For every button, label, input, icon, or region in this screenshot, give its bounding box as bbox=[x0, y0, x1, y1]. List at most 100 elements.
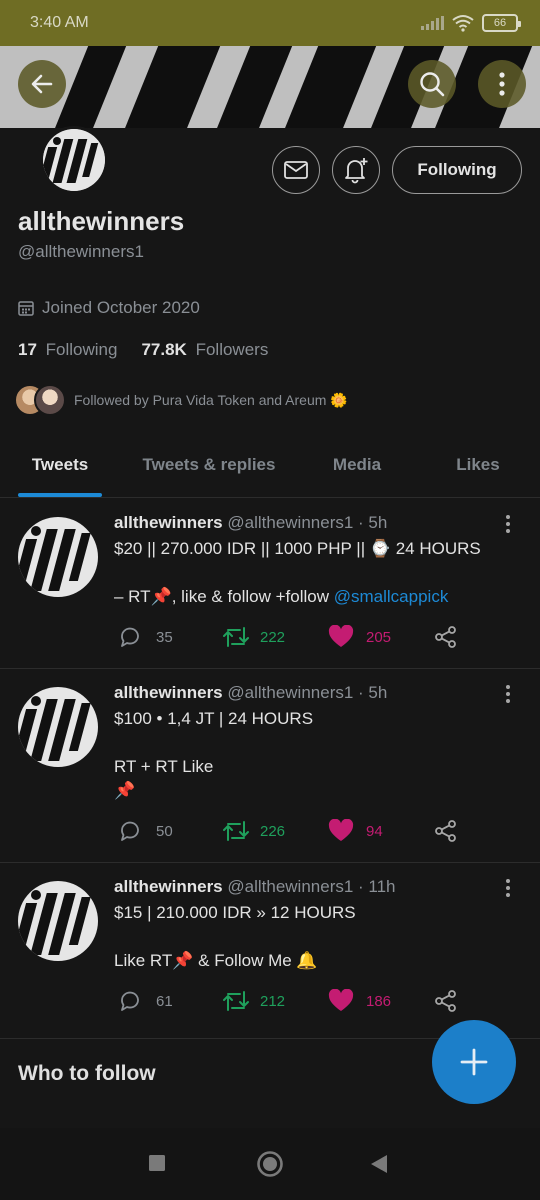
search-button[interactable] bbox=[408, 60, 456, 108]
share-icon bbox=[435, 990, 456, 1012]
profile-handle: @allthewinners1 bbox=[18, 242, 144, 261]
tweet-handle-time: @allthewinners1 · 5h bbox=[227, 513, 388, 532]
tweet-text: – RT📌, like & follow +follow bbox=[114, 587, 334, 606]
who-to-follow-heading: Who to follow bbox=[18, 1062, 156, 1085]
search-icon bbox=[420, 72, 445, 97]
retweet-icon bbox=[223, 821, 249, 841]
reply-button[interactable]: 61 bbox=[118, 989, 173, 1013]
circle-icon bbox=[257, 1151, 283, 1177]
recent-apps-button[interactable] bbox=[148, 1154, 166, 1177]
share-button[interactable] bbox=[434, 819, 458, 843]
tweet-text-line: 📌 bbox=[114, 781, 136, 800]
retweet-button[interactable]: 226 bbox=[222, 819, 285, 843]
tab-tweets[interactable]: Tweets bbox=[10, 432, 110, 498]
share-button[interactable] bbox=[434, 625, 458, 649]
tweet-text-line: $15 | 210.000 IDR » 12 HOURS bbox=[114, 903, 356, 922]
mail-icon bbox=[284, 161, 308, 179]
following-label: Following bbox=[45, 340, 118, 359]
tweet-author[interactable]: allthewinners bbox=[114, 513, 223, 532]
back-button[interactable] bbox=[18, 60, 66, 108]
tab-likes[interactable]: Likes bbox=[432, 432, 524, 498]
reply-count: 35 bbox=[156, 628, 173, 646]
wifi-icon bbox=[452, 15, 474, 32]
tweet-avatar[interactable] bbox=[18, 517, 98, 597]
tweet-more-icon[interactable] bbox=[506, 515, 512, 533]
like-count: 186 bbox=[366, 992, 392, 1010]
follow-counts: 17 Following 77.8K Followers bbox=[18, 340, 268, 360]
reply-count: 50 bbox=[156, 822, 173, 840]
tweet-avatar[interactable] bbox=[18, 687, 98, 767]
tweet-text-line: $20 || 270.000 IDR || 1000 PHP || ⌚ 24 H… bbox=[114, 539, 481, 558]
compose-tweet-button[interactable] bbox=[432, 1020, 516, 1104]
retweet-button[interactable]: 212 bbox=[222, 989, 285, 1013]
reply-icon bbox=[121, 627, 139, 647]
plus-icon bbox=[460, 1048, 488, 1076]
tweet-item[interactable]: allthewinners @allthewinners1 · 11h $15 … bbox=[0, 863, 540, 1039]
like-button[interactable]: 186 bbox=[328, 989, 391, 1013]
followers-count: 77.8K bbox=[141, 340, 187, 359]
brand-logo-icon bbox=[43, 129, 105, 191]
tweet-author[interactable]: allthewinners bbox=[114, 683, 223, 702]
tweet-more-icon[interactable] bbox=[506, 685, 512, 703]
status-bar: 3:40 AM 66 bbox=[0, 0, 540, 46]
followed-by[interactable]: Followed by Pura Vida Token and Areum 🌼 bbox=[14, 384, 348, 416]
active-tab-indicator bbox=[18, 493, 102, 497]
followers-link[interactable]: 77.8K Followers bbox=[141, 340, 268, 360]
brand-logo-icon bbox=[18, 696, 91, 761]
retweet-count: 212 bbox=[260, 992, 286, 1010]
battery-icon: 66 bbox=[482, 14, 521, 32]
message-button[interactable] bbox=[272, 146, 320, 194]
followers-label: Followers bbox=[195, 340, 269, 359]
like-button[interactable]: 205 bbox=[328, 625, 391, 649]
home-button[interactable] bbox=[256, 1150, 284, 1183]
calendar-icon bbox=[18, 301, 34, 316]
arrow-left-icon bbox=[31, 74, 53, 94]
reply-button[interactable]: 50 bbox=[118, 819, 173, 843]
tweet-text-line: – RT📌, like & follow +follow @smallcappi… bbox=[114, 587, 448, 607]
tweet-author[interactable]: allthewinners bbox=[114, 877, 223, 896]
tweet-item[interactable]: allthewinners @allthewinners1 · 5h $20 |… bbox=[0, 499, 540, 669]
heart-icon bbox=[328, 819, 354, 841]
tweet-item[interactable]: allthewinners @allthewinners1 · 5h $100 … bbox=[0, 669, 540, 863]
share-button[interactable] bbox=[434, 989, 458, 1013]
following-button[interactable]: Following bbox=[392, 146, 522, 194]
tweet-text-line: RT + RT Like bbox=[114, 757, 214, 776]
square-icon bbox=[149, 1155, 165, 1171]
tweet-avatar[interactable] bbox=[18, 881, 98, 961]
reply-icon bbox=[121, 821, 139, 841]
joined-text: Joined October 2020 bbox=[42, 298, 200, 317]
retweet-button[interactable]: 222 bbox=[222, 625, 285, 649]
reply-button[interactable]: 35 bbox=[118, 625, 173, 649]
followed-by-text: Followed by Pura Vida Token and Areum 🌼 bbox=[74, 391, 348, 408]
retweet-icon bbox=[223, 991, 249, 1011]
more-button[interactable] bbox=[478, 60, 526, 108]
mention-link[interactable]: @smallcappick bbox=[334, 587, 449, 606]
status-time: 3:40 AM bbox=[30, 14, 89, 31]
profile-tabs: Tweets Tweets & replies Media Likes bbox=[0, 432, 540, 498]
like-count: 94 bbox=[366, 822, 383, 840]
following-link[interactable]: 17 Following bbox=[18, 340, 117, 360]
profile-avatar[interactable] bbox=[40, 126, 108, 194]
profile-name: allthewinners bbox=[18, 206, 185, 236]
notifications-button[interactable] bbox=[332, 146, 380, 194]
reply-count: 61 bbox=[156, 992, 173, 1010]
follower-avatar bbox=[34, 384, 66, 416]
retweet-count: 222 bbox=[260, 628, 286, 646]
back-nav-button[interactable] bbox=[370, 1154, 388, 1179]
profile-banner bbox=[0, 46, 540, 128]
tweet-handle-time: @allthewinners1 · 5h bbox=[227, 683, 388, 702]
tweet-header: allthewinners @allthewinners1 · 5h bbox=[114, 683, 387, 703]
like-button[interactable]: 94 bbox=[328, 819, 383, 843]
tweet-more-icon[interactable] bbox=[506, 879, 512, 897]
tab-media[interactable]: Media bbox=[310, 432, 404, 498]
joined-date: Joined October 2020 bbox=[18, 298, 200, 318]
triangle-back-icon bbox=[371, 1155, 387, 1173]
reply-icon bbox=[121, 991, 139, 1011]
signal-icon bbox=[421, 16, 444, 30]
share-icon bbox=[435, 820, 456, 842]
tab-tweets-replies[interactable]: Tweets & replies bbox=[128, 432, 290, 498]
share-icon bbox=[435, 626, 456, 648]
following-count: 17 bbox=[18, 340, 37, 359]
heart-icon bbox=[328, 625, 354, 647]
heart-icon bbox=[328, 989, 354, 1011]
